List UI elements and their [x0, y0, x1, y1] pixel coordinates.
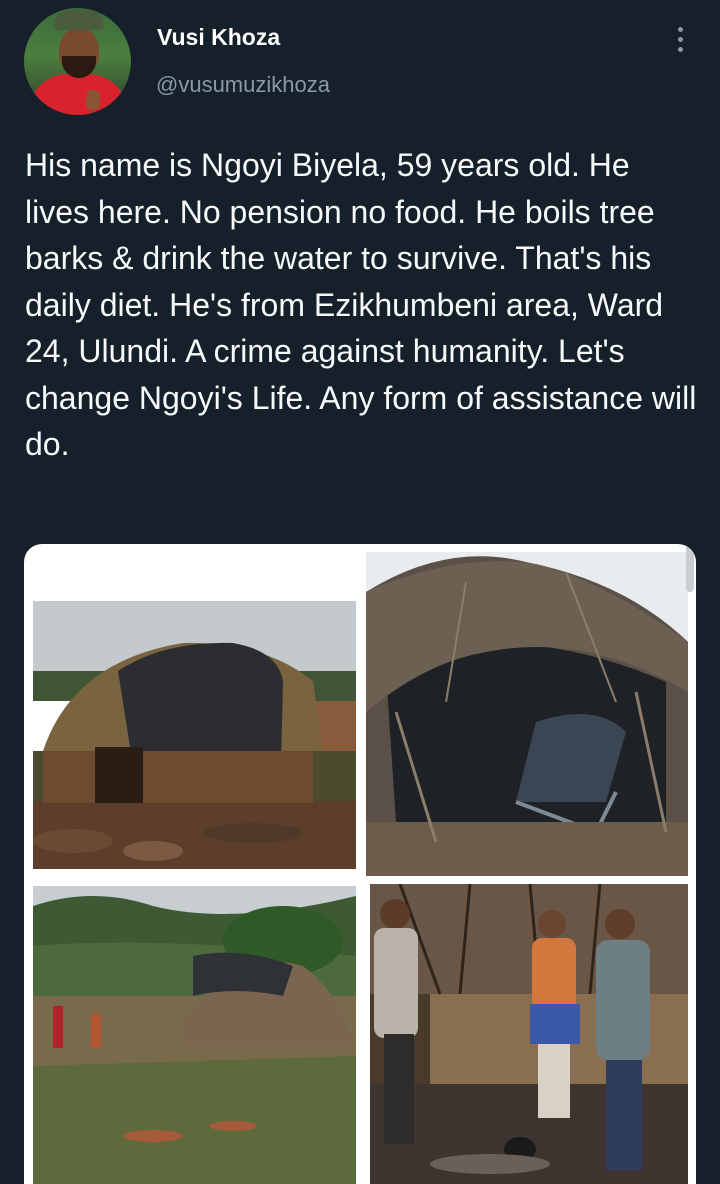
media-grid	[24, 544, 696, 1184]
photo-hut-with-tarp[interactable]	[33, 601, 356, 869]
author-display-name[interactable]: Vusi Khoza	[157, 24, 280, 51]
photo-ruined-hut-valley[interactable]	[33, 886, 356, 1184]
tweet-text: His name is Ngoyi Biyela, 59 years old. …	[25, 147, 697, 462]
avatar[interactable]	[24, 8, 131, 115]
photo-men-at-hut[interactable]	[370, 884, 688, 1184]
more-vertical-icon[interactable]	[664, 22, 696, 56]
tweet-header: Vusi Khoza @vusumuzikhoza	[0, 0, 720, 120]
author-handle[interactable]: @vusumuzikhoza	[156, 72, 330, 98]
scrollbar[interactable]	[686, 544, 694, 592]
photo-collapsed-hut[interactable]	[366, 552, 688, 876]
